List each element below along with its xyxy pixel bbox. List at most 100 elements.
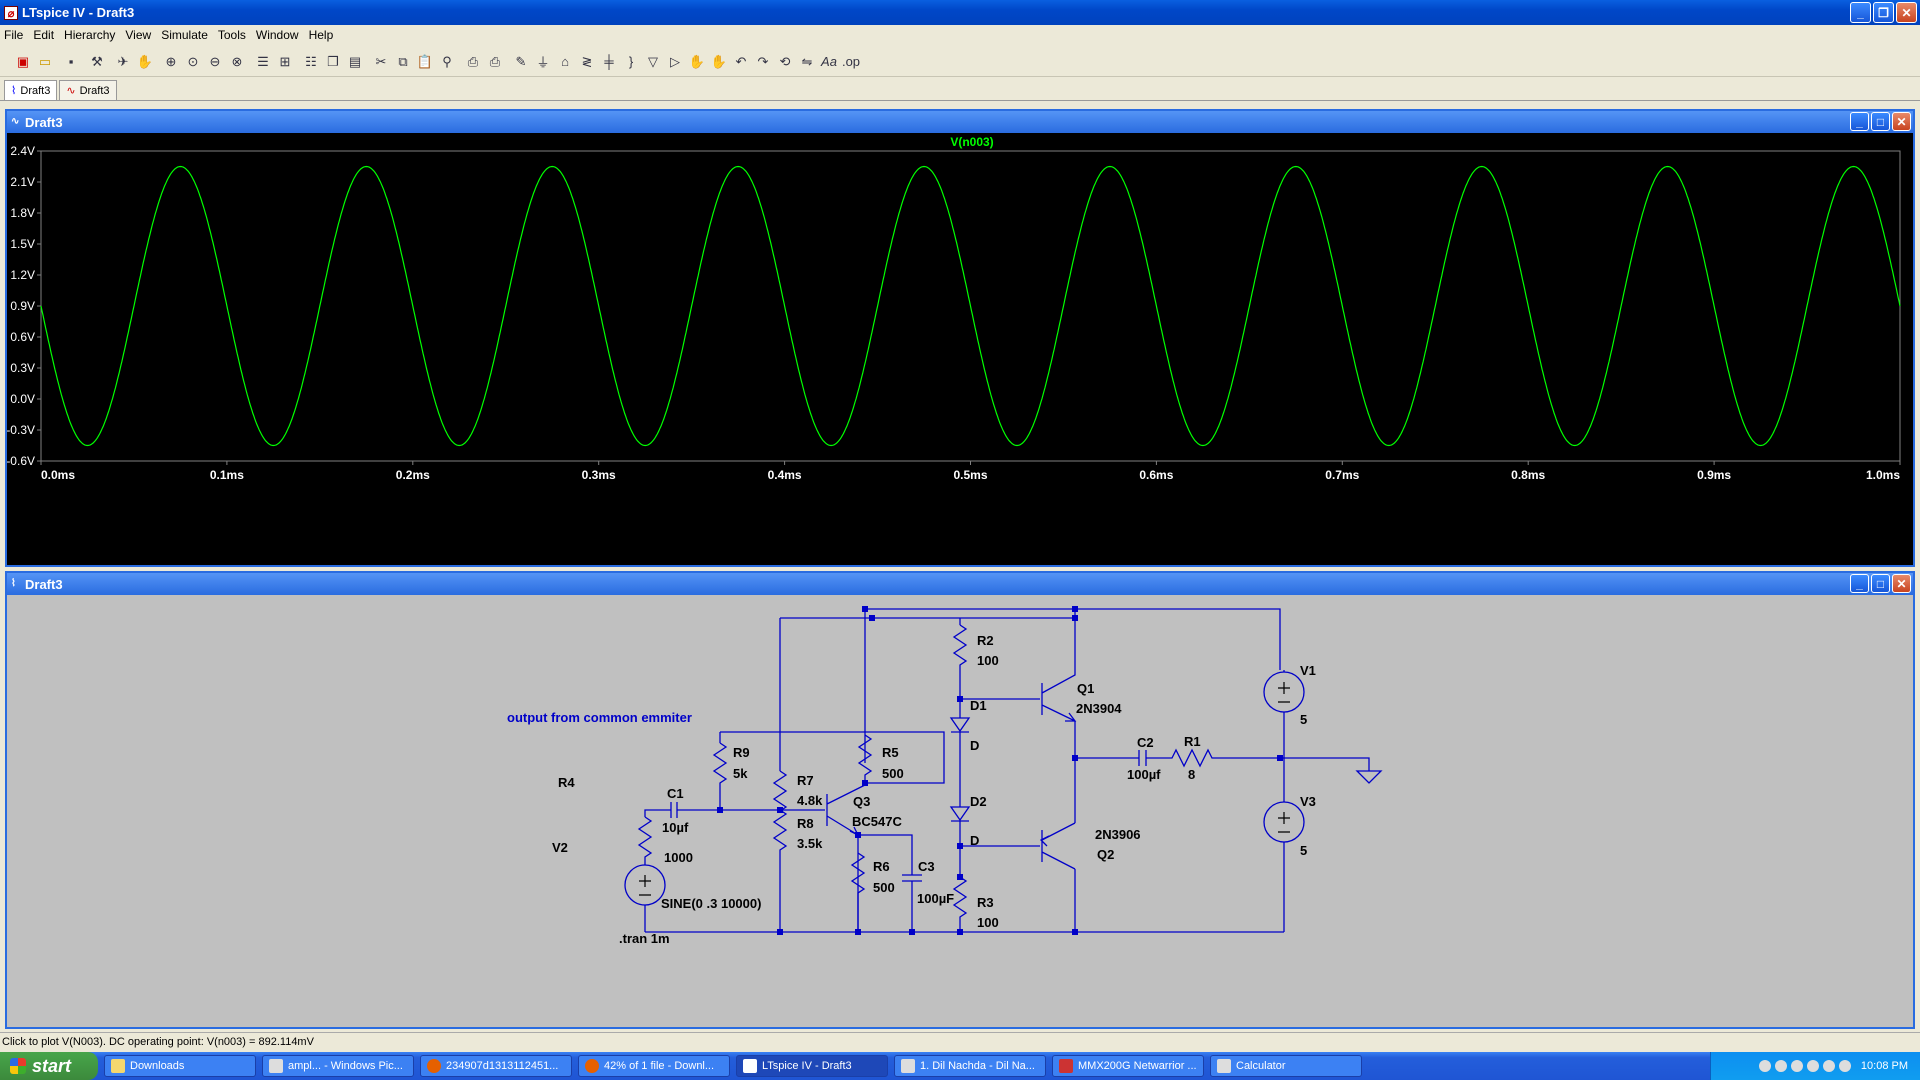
menu-window[interactable]: Window [256,28,299,42]
zoom-in-icon[interactable]: ⊕ [160,51,182,73]
inductor-icon[interactable]: } [620,51,642,73]
value-c3[interactable]: 100µF [917,891,954,906]
plot-maximize-button[interactable]: □ [1871,112,1890,131]
label-d1[interactable]: D1 [970,698,987,713]
drag-icon[interactable]: ✋ [708,51,730,73]
sch-maximize-button[interactable]: □ [1871,574,1890,593]
open-folder-icon[interactable]: ▭ [34,51,56,73]
resistor-icon[interactable]: ≷ [576,51,598,73]
autorange-icon[interactable]: ☰ [252,51,274,73]
undo-icon[interactable]: ↶ [730,51,752,73]
save-icon[interactable]: ▪ [60,51,82,73]
task-firefox-1[interactable]: 234907d1313112451... [420,1055,572,1077]
value-d1[interactable]: D [970,738,979,753]
label-net-icon[interactable]: ⌂ [554,51,576,73]
value-c2[interactable]: 100µf [1127,767,1161,782]
move-icon[interactable]: ✋ [686,51,708,73]
run-simulation-icon[interactable]: ✈ [112,51,134,73]
task-picture-viewer[interactable]: ampl... - Windows Pic... [262,1055,414,1077]
label-tran[interactable]: .tran 1m [619,931,670,946]
label-r2[interactable]: R2 [977,633,994,648]
value-r7[interactable]: 4.8k [797,793,823,808]
tray-volume-icon[interactable] [1822,1060,1835,1072]
value-c1[interactable]: 10µf [662,820,689,835]
tab-waveform[interactable]: ∿ Draft3 [59,80,117,100]
label-sine[interactable]: SINE(0 .3 10000) [661,896,761,911]
tray-update-icon[interactable] [1838,1060,1851,1072]
schematic-canvas[interactable]: output from common emmiter R4 V2 C1 10µf… [7,595,1913,1027]
value-d2[interactable]: D [970,833,979,848]
menu-view[interactable]: View [125,28,151,42]
label-c2[interactable]: C2 [1137,735,1154,750]
value-r6[interactable]: 500 [873,880,895,895]
plot-area[interactable]: V(n003) 2.4V 2.1V 1.8V 1.5V 1.2V 0.9V 0.6V 0.3V… [6,133,1913,565]
label-v1[interactable]: V1 [1300,663,1316,678]
task-ltspice[interactable]: LTspice IV - Draft3 [736,1055,888,1077]
tray-security-icon[interactable] [1806,1060,1819,1072]
tray-chevron-icon[interactable] [1758,1060,1771,1072]
plot-close-button[interactable]: ✕ [1892,112,1911,131]
cut-icon[interactable]: ✂ [370,51,392,73]
label-r4[interactable]: R4 [558,775,575,790]
value-q3[interactable]: BC547C [852,814,902,829]
task-router[interactable]: MMX200G Netwarrior ... [1052,1055,1204,1077]
label-r1[interactable]: R1 [1184,734,1201,749]
value-r2[interactable]: 100 [977,653,999,668]
draw-wire-icon[interactable]: ✎ [510,51,532,73]
label-d2[interactable]: D2 [970,794,987,809]
spice-directive-icon[interactable]: .op [840,51,862,73]
grid-icon[interactable]: ⊞ [274,51,296,73]
copy-icon[interactable]: ⧉ [392,51,414,73]
note-output[interactable]: output from common emmiter [507,710,692,725]
label-r6[interactable]: R6 [873,859,890,874]
menu-tools[interactable]: Tools [218,28,246,42]
task-calculator[interactable]: Calculator [1210,1055,1362,1077]
label-c1[interactable]: C1 [667,786,684,801]
label-c3[interactable]: C3 [918,859,935,874]
new-schematic-icon[interactable]: ▣ [12,51,34,73]
redo-icon[interactable]: ↷ [752,51,774,73]
zoom-fit-icon[interactable]: ⊗ [226,51,248,73]
menu-help[interactable]: Help [309,28,334,42]
component-icon[interactable]: ▷ [664,51,686,73]
start-button[interactable]: start [0,1052,98,1080]
label-r3[interactable]: R3 [977,895,994,910]
label-r5[interactable]: R5 [882,745,899,760]
value-q1[interactable]: 2N3904 [1076,701,1122,716]
cascade-icon[interactable]: ❐ [322,51,344,73]
menu-edit[interactable]: Edit [33,28,54,42]
print-setup-icon[interactable]: ⎙ [462,51,484,73]
label-v2[interactable]: V2 [552,840,568,855]
print-icon[interactable]: ⎙ [484,51,506,73]
rotate-icon[interactable]: ⟲ [774,51,796,73]
label-q3[interactable]: Q3 [853,794,870,809]
minimize-button[interactable]: _ [1850,2,1871,23]
value-r1[interactable]: 8 [1188,767,1195,782]
value-r9[interactable]: 5k [733,766,748,781]
clock[interactable]: 10:08 PM [1861,1060,1908,1072]
waveform-chart[interactable]: V(n003) 2.4V 2.1V 1.8V 1.5V 1.2V 0.9V 0.6V 0.3V… [6,133,1913,565]
tab-schematic[interactable]: ⌇ Draft3 [4,80,58,100]
value-rin[interactable]: 1000 [664,850,693,865]
schematic-window-title-bar[interactable]: ⌇ Draft3 _ □ ✕ [7,573,1913,595]
mirror-icon[interactable]: ⇋ [796,51,818,73]
sch-minimize-button[interactable]: _ [1850,574,1869,593]
pan-icon[interactable]: ⊙ [182,51,204,73]
value-v1[interactable]: 5 [1300,712,1307,727]
sch-close-button[interactable]: ✕ [1892,574,1911,593]
trace-label[interactable]: V(n003) [950,135,993,149]
value-r3[interactable]: 100 [977,915,999,930]
tile-vertical-icon[interactable]: ▤ [344,51,366,73]
capacitor-icon[interactable]: ╪ [598,51,620,73]
label-r9[interactable]: R9 [733,745,750,760]
tray-network-icon[interactable] [1790,1060,1803,1072]
diode-icon[interactable]: ▽ [642,51,664,73]
task-firefox-downloads[interactable]: 42% of 1 file - Downl... [578,1055,730,1077]
label-q2[interactable]: Q2 [1097,847,1114,862]
tile-horizontal-icon[interactable]: ☷ [300,51,322,73]
find-icon[interactable]: ⚲ [436,51,458,73]
label-r7[interactable]: R7 [797,773,814,788]
menu-simulate[interactable]: Simulate [161,28,208,42]
task-downloads[interactable]: Downloads [104,1055,256,1077]
halt-simulation-icon[interactable]: ✋ [134,51,156,73]
